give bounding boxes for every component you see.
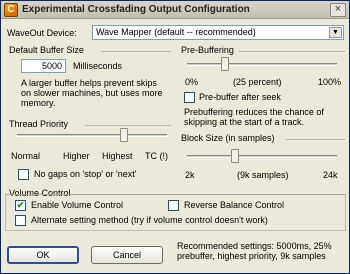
priority-tick-highest: Highest (102, 151, 133, 161)
block-size-track[interactable] (187, 155, 337, 158)
thread-priority-divider (85, 125, 171, 126)
cancel-button[interactable]: Cancel (91, 246, 163, 264)
prebuffer-max-label: 100% (318, 77, 342, 87)
reverse-balance-label[interactable]: Reverse Balance Control (184, 200, 284, 210)
block-size-max-label: 24k (323, 170, 338, 180)
block-size-divider (286, 139, 345, 140)
buffer-help-text: A larger buffer helps prevent skips on s… (21, 78, 163, 108)
prebuffer-value-label: (25 percent) (233, 77, 282, 87)
alternate-method-checkbox[interactable] (15, 215, 26, 226)
prebuffer-slider-thumb[interactable] (220, 57, 229, 71)
thread-priority-slider-thumb[interactable] (119, 128, 128, 142)
no-gaps-label[interactable]: No gaps on 'stop' or 'next' (34, 169, 136, 179)
prebuffer-after-seek-checkbox[interactable] (184, 92, 195, 103)
priority-tick-higher: Higher (63, 151, 90, 161)
thread-priority-group-label: Thread Priority (9, 119, 69, 129)
app-icon: C (4, 3, 18, 17)
block-size-group-label: Block Size (in samples) (181, 133, 275, 143)
waveout-device-select[interactable]: Wave Mapper (default -- recommended) ▼ (92, 25, 344, 40)
reverse-balance-checkbox[interactable] (168, 200, 179, 211)
window-title: Experimental Crossfading Output Configur… (22, 4, 250, 15)
buffer-group-label: Default Buffer Size (9, 45, 84, 55)
prebuffer-help-text: Prebuffering reduces the chance of skipp… (184, 107, 324, 127)
chevron-down-icon[interactable]: ▼ (329, 27, 342, 38)
prebuffer-group-label: Pre-Buffering (181, 45, 234, 55)
block-size-min-label: 2k (185, 170, 195, 180)
recommended-settings-text: Recommended settings: 5000ms, 25% prebuf… (177, 241, 332, 261)
checkmark-icon: ✔ (16, 200, 25, 210)
prebuffer-group-divider (239, 51, 345, 52)
buffer-size-input[interactable] (21, 59, 66, 73)
alternate-method-label[interactable]: Alternate setting method (try if volume … (31, 215, 268, 225)
buffer-unit-label: Milliseconds (73, 61, 123, 71)
config-dialog: C Experimental Crossfading Output Config… (0, 0, 350, 274)
buffer-group-divider (101, 51, 171, 52)
block-size-slider-thumb[interactable] (231, 149, 239, 163)
waveout-device-value: Wave Mapper (default -- recommended) (96, 27, 256, 37)
priority-tick-tc: TC (!) (145, 151, 168, 161)
block-size-value-label: (9k samples) (237, 170, 289, 180)
thread-priority-track[interactable] (17, 134, 167, 137)
no-gaps-checkbox[interactable] (18, 169, 29, 180)
priority-tick-normal: Normal (11, 151, 41, 161)
enable-volume-label[interactable]: Enable Volume Control (31, 200, 123, 210)
title-bar[interactable]: C Experimental Crossfading Output Config… (1, 1, 349, 19)
waveout-label: WaveOut Device: (7, 28, 77, 38)
prebuffer-min-label: 0% (185, 77, 199, 87)
prebuffer-after-seek-label[interactable]: Pre-buffer after seek (199, 92, 281, 102)
ok-button[interactable]: OK (7, 246, 79, 264)
enable-volume-checkbox[interactable]: ✔ (15, 200, 26, 211)
prebuffer-track[interactable] (187, 63, 337, 66)
close-button[interactable]: × (330, 3, 346, 17)
